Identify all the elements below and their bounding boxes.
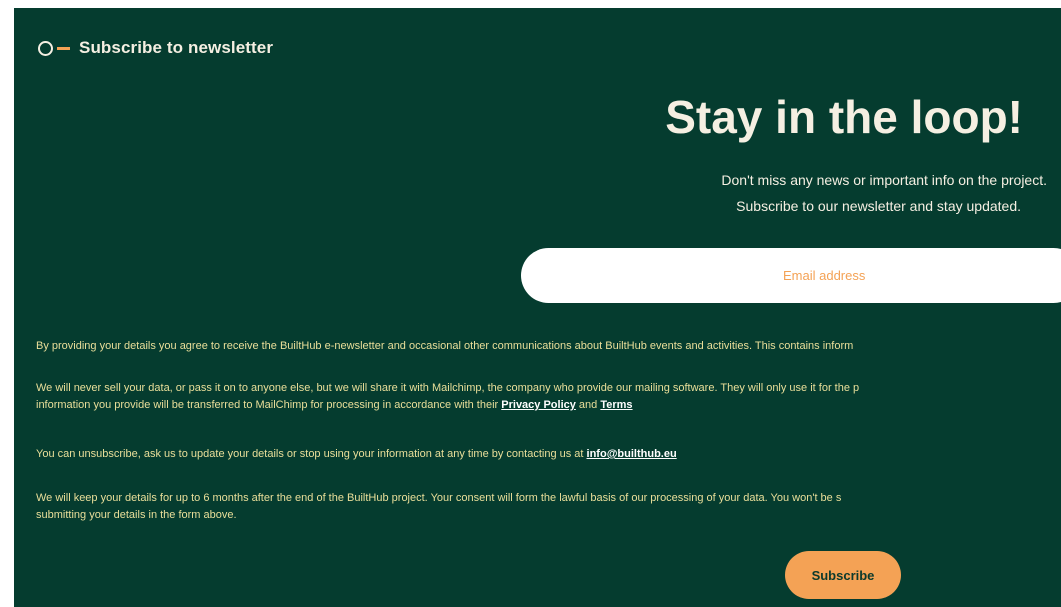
terms-link[interactable]: Terms — [600, 399, 632, 411]
and-text: and — [575, 399, 601, 411]
data-sharing-text: We will never sell your data, or pass it… — [36, 380, 1061, 414]
unsubscribe-prefix: You can unsubscribe, ask us to update yo… — [36, 448, 587, 460]
retention-line-2: submitting your details in the form abov… — [36, 509, 237, 521]
dash-icon — [57, 46, 70, 50]
subheading-line-2: Subscribe to our newsletter and stay upd… — [736, 198, 1021, 214]
unsubscribe-text: You can unsubscribe, ask us to update yo… — [36, 446, 1061, 463]
subscribe-button[interactable]: Subscribe — [785, 551, 901, 599]
subheading-line-1: Don't miss any news or important info on… — [721, 172, 1047, 188]
data-sharing-line-1: We will never sell your data, or pass it… — [36, 382, 860, 394]
headline: Stay in the loop! — [665, 91, 1023, 143]
contact-email-link[interactable]: info@builthub.eu — [587, 448, 677, 460]
retention-text: We will keep your details for up to 6 mo… — [36, 490, 1061, 524]
circle-icon — [38, 40, 53, 56]
email-input[interactable] — [521, 248, 1061, 303]
data-sharing-line-2: information you provide will be transfer… — [36, 397, 1061, 414]
privacy-policy-link[interactable]: Privacy Policy — [501, 399, 576, 411]
email-field-wrapper — [521, 248, 1061, 303]
section-header: Subscribe to newsletter — [38, 38, 273, 58]
consent-text: By providing your details you agree to r… — [36, 340, 854, 352]
section-title: Subscribe to newsletter — [79, 38, 274, 57]
retention-line-1: We will keep your details for up to 6 mo… — [36, 492, 842, 504]
data-sharing-prefix: information you provide will be transfer… — [36, 399, 502, 411]
newsletter-section: Subscribe to newsletter Stay in the loop… — [14, 8, 1061, 607]
